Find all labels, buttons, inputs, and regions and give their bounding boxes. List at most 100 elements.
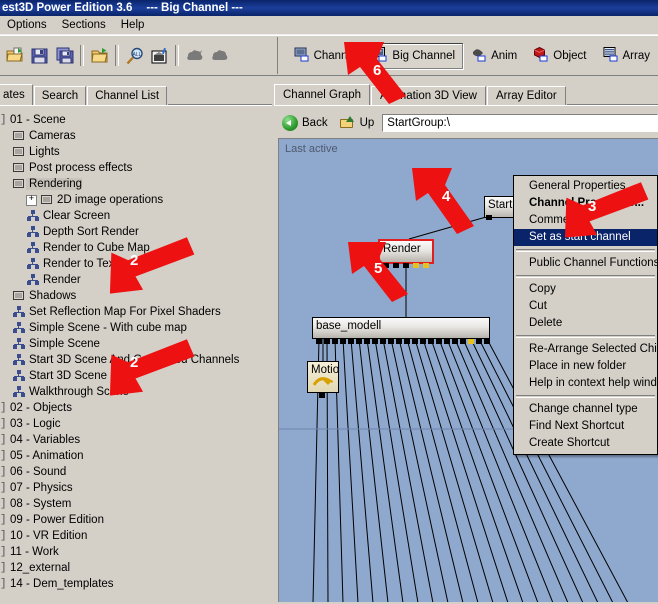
tree-item[interactable]: Set Reflection Map For Pixel Shaders (0, 304, 272, 320)
path-input[interactable]: StartGroup:\ (382, 114, 658, 132)
tree-item[interactable]: Rendering (0, 176, 272, 192)
context-menu-item[interactable]: Set as start channel (514, 229, 657, 246)
node-output-port[interactable] (388, 339, 394, 344)
tree-item[interactable]: ] 01 - Scene (0, 112, 272, 128)
node-output-port[interactable] (436, 339, 442, 344)
context-menu-item[interactable]: Change channel type (514, 401, 657, 418)
tree-item[interactable]: Post process effects (0, 160, 272, 176)
tree-item[interactable]: ] 10 - VR Edition (0, 528, 272, 544)
template-tree-panel[interactable]: ] 01 - Scene Cameras Lights Post process eff… (0, 105, 272, 604)
mode-button-channel[interactable]: Channel (286, 43, 365, 69)
tree-item[interactable]: Start 3D Scene (0, 368, 272, 384)
render-node[interactable]: Render (378, 239, 434, 264)
node-output-port[interactable] (340, 339, 346, 344)
context-menu-item[interactable]: Re-Arrange Selected Child (514, 341, 657, 358)
tree-item[interactable]: ] 14 - Dem_templates (0, 576, 272, 592)
tab-array-editor[interactable]: Array Editor (486, 86, 566, 105)
node-output-port[interactable] (428, 339, 434, 344)
context-menu-item[interactable]: Copy (514, 281, 657, 298)
tab-animation-3d-view[interactable]: Animation 3D View (371, 86, 486, 105)
node-output-port[interactable] (460, 339, 466, 344)
context-menu-item[interactable]: Place in new folder (514, 358, 657, 375)
tree-item[interactable]: +2D image operations (0, 192, 272, 208)
node-output-port[interactable] (420, 339, 426, 344)
node-output-port[interactable] (452, 339, 458, 344)
left-tab-templates[interactable]: ates (0, 84, 33, 105)
mode-button-big-channel[interactable]: Big Channel (364, 42, 464, 69)
node-output-port[interactable] (380, 339, 386, 344)
menu-help[interactable]: Help (114, 17, 153, 33)
tree-item[interactable]: Lights (0, 144, 272, 160)
motion-node[interactable]: Motion (307, 361, 339, 393)
node-output-port[interactable] (412, 339, 418, 344)
node-output-port[interactable] (316, 339, 322, 344)
save-all-icon[interactable] (52, 43, 77, 68)
open-icon[interactable] (2, 43, 27, 68)
tree-item[interactable]: ] 12_external (0, 560, 272, 576)
node-output-port[interactable] (372, 339, 378, 344)
node-output-port[interactable] (393, 263, 399, 268)
mode-button-object[interactable]: Object (525, 43, 594, 69)
tree-item[interactable]: Simple Scene - With cube map (0, 320, 272, 336)
start-node-output-port[interactable] (486, 215, 492, 220)
context-menu-item[interactable]: Find Next Shortcut (514, 418, 657, 435)
tree-item[interactable]: Simple Scene (0, 336, 272, 352)
node-output-port[interactable] (403, 263, 409, 268)
cloud-b-icon[interactable] (207, 43, 232, 68)
node-input-port[interactable] (320, 361, 326, 362)
render-preview-icon[interactable] (147, 43, 172, 68)
context-menu-item[interactable]: Delete (514, 315, 657, 332)
context-menu-item[interactable]: General Properties... (514, 178, 657, 195)
base-modell-node[interactable]: base_modell (312, 317, 490, 339)
menu-options[interactable]: Options (0, 17, 55, 33)
left-tab-channel-list[interactable]: Channel List (87, 86, 168, 105)
node-input-port[interactable] (405, 239, 411, 241)
tree-item[interactable]: Depth Sort Render (0, 224, 272, 240)
tree-item[interactable]: ] 07 - Physics (0, 480, 272, 496)
tree-item[interactable]: Render to Texture (0, 256, 272, 272)
context-menu-item[interactable]: Public Channel Functions (514, 255, 657, 272)
tree-item[interactable]: Shadows (0, 288, 272, 304)
back-button[interactable]: Back (278, 113, 332, 133)
tree-item[interactable]: Clear Screen (0, 208, 272, 224)
zoom-all-icon[interactable]: ALL (122, 43, 147, 68)
import-icon[interactable] (87, 43, 112, 68)
node-output-port[interactable] (444, 339, 450, 344)
tree-item[interactable]: ] 02 - Objects (0, 400, 272, 416)
menu-sections[interactable]: Sections (55, 17, 114, 33)
tree-item[interactable]: ] 03 - Logic (0, 416, 272, 432)
node-output-port[interactable] (332, 339, 338, 344)
context-menu-item[interactable]: Help in context help windo (514, 375, 657, 392)
up-button[interactable]: Up (336, 113, 379, 133)
node-output-port[interactable] (423, 263, 429, 268)
tree-expander-icon[interactable]: + (26, 194, 37, 206)
tree-item[interactable]: ] 09 - Power Edition (0, 512, 272, 528)
tree-item[interactable]: Render (0, 272, 272, 288)
context-menu-item[interactable]: Channel Properties... (514, 195, 657, 212)
mode-button-anim[interactable]: Anim (463, 43, 525, 69)
channel-context-menu[interactable]: General Properties... Channel Properties.… (513, 175, 658, 455)
node-output-port[interactable] (324, 339, 330, 344)
node-output-port[interactable] (404, 339, 410, 344)
tree-item[interactable]: Walkthrough Scene (0, 384, 272, 400)
mode-button-array[interactable]: Array (595, 43, 658, 69)
node-output-port[interactable] (396, 339, 402, 344)
tree-item[interactable]: ] 04 - Variables (0, 432, 272, 448)
node-output-port[interactable] (356, 339, 362, 344)
node-output-port[interactable] (364, 339, 370, 344)
node-output-port[interactable] (476, 339, 482, 344)
node-output-port[interactable] (319, 393, 325, 398)
node-output-port[interactable] (348, 339, 354, 344)
tree-item[interactable]: ] 05 - Animation (0, 448, 272, 464)
tree-item[interactable]: ] 11 - Work (0, 544, 272, 560)
tree-item[interactable]: ] 08 - System (0, 496, 272, 512)
context-menu-item[interactable]: Comment (514, 212, 657, 229)
tree-item[interactable]: Render to Cube Map (0, 240, 272, 256)
node-input-port[interactable] (399, 317, 405, 318)
left-tab-search[interactable]: Search (33, 86, 87, 105)
tree-item[interactable]: Cameras (0, 128, 272, 144)
tab-channel-graph[interactable]: Channel Graph (274, 84, 370, 105)
tree-item[interactable]: Start 3D Scene And Generated Channels (0, 352, 272, 368)
node-output-port[interactable] (413, 263, 419, 268)
save-icon[interactable] (27, 43, 52, 68)
